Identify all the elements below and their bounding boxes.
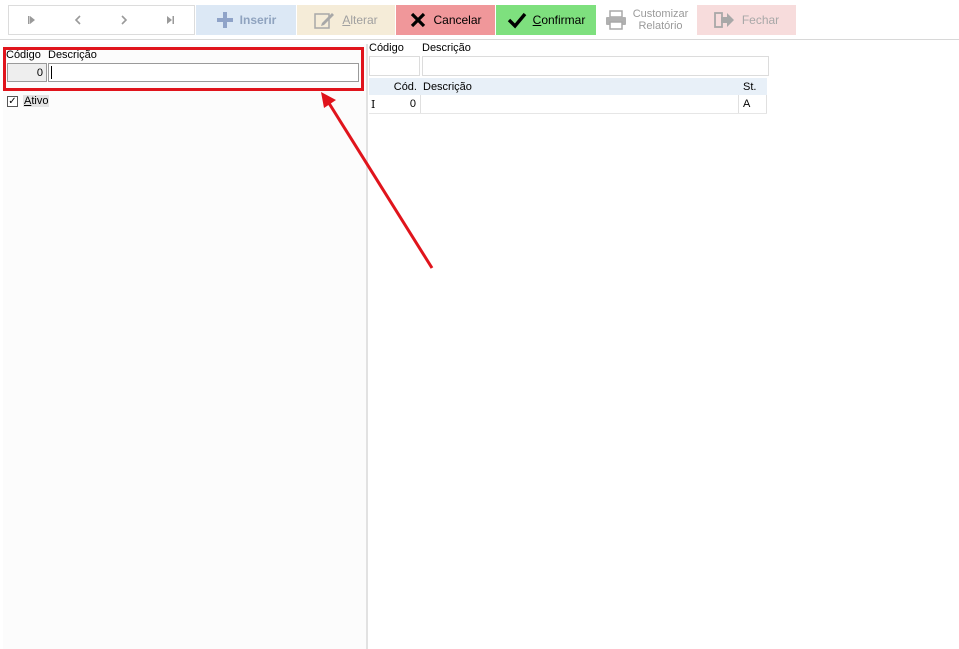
record-navigator: [8, 5, 195, 35]
descricao-field[interactable]: [48, 63, 359, 82]
first-record-button[interactable]: [9, 6, 55, 34]
last-record-button[interactable]: [147, 6, 193, 34]
edit-icon: [314, 13, 335, 29]
grid-header: Cód. Descrição St.: [369, 78, 767, 95]
cell-st: A: [740, 95, 767, 113]
filter-descricao-input[interactable]: [422, 56, 769, 76]
filter-descricao-label: Descrição: [422, 42, 471, 54]
exit-icon: [713, 12, 734, 28]
descricao-label: Descrição: [48, 49, 97, 61]
confirmar-label: Confirmar: [532, 13, 586, 27]
cancelar-button[interactable]: Cancelar: [396, 5, 495, 35]
relatorio-line2: Relatório: [638, 20, 683, 32]
cancelar-label: Cancelar: [433, 13, 482, 27]
codigo-value: 0: [36, 66, 43, 79]
filter-codigo-label: Código: [369, 42, 404, 54]
customizar-relatorio-label: Customizar Relatório: [633, 8, 689, 32]
row-indicator: I: [371, 97, 376, 111]
ativo-checkbox[interactable]: ✓ Ativo: [7, 95, 50, 107]
plus-icon: [216, 12, 233, 28]
column-header-cod[interactable]: Cód.: [381, 78, 421, 95]
codigo-field[interactable]: 0: [7, 63, 47, 82]
prev-record-icon: [74, 15, 81, 25]
relatorio-line1: Customizar: [632, 8, 689, 20]
ativo-check-box[interactable]: ✓: [7, 95, 18, 107]
last-record-icon: [167, 16, 174, 24]
next-record-icon: [121, 15, 128, 25]
table-row[interactable]: I 0 A: [369, 95, 767, 114]
prev-record-button[interactable]: [55, 6, 101, 34]
check-icon: [507, 12, 526, 29]
ativo-label: Ativo: [23, 95, 50, 107]
results-grid: Cód. Descrição St. I 0 A: [369, 78, 767, 114]
column-header-st[interactable]: St.: [740, 78, 767, 95]
alterar-button[interactable]: Alterar: [297, 5, 395, 35]
codigo-label: Código: [6, 49, 41, 61]
edit-form-panel: [3, 44, 368, 649]
toolbar: Inserir Alterar Cancelar Confirmar Custo…: [0, 0, 959, 40]
fechar-button[interactable]: Fechar: [697, 5, 796, 35]
cell-descricao: [421, 95, 739, 113]
confirmar-button[interactable]: Confirmar: [496, 5, 596, 35]
alterar-label: Alterar: [342, 13, 378, 27]
search-panel: Código Descrição Cód. Descrição St. I 0 …: [369, 40, 959, 649]
filter-codigo-input[interactable]: [369, 56, 420, 76]
x-icon: [411, 12, 426, 28]
next-record-button[interactable]: [101, 6, 147, 34]
column-header-descricao[interactable]: Descrição: [421, 78, 739, 95]
inserir-label: Inserir: [239, 13, 277, 27]
cell-cod: 0: [381, 95, 421, 113]
fechar-label: Fechar: [741, 13, 780, 27]
customizar-relatorio-button[interactable]: Customizar Relatório: [597, 5, 696, 35]
text-cursor: [51, 66, 52, 79]
inserir-button[interactable]: Inserir: [196, 5, 296, 35]
first-record-icon: [28, 16, 35, 24]
printer-icon: [605, 10, 626, 30]
